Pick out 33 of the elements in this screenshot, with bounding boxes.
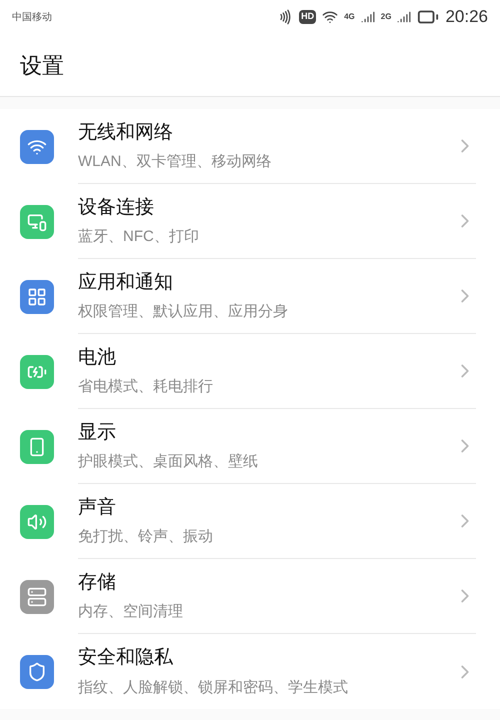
item-subtitle: 护眼模式、桌面风格、壁纸 [78, 452, 259, 472]
item-title: 安全和隐私 [78, 646, 174, 670]
item-title: 设备连接 [78, 196, 155, 220]
settings-item[interactable]: 声音 免打扰、铃声、振动 [0, 484, 500, 559]
settings-item[interactable]: 显示 护眼模式、桌面风格、壁纸 [0, 409, 500, 484]
item-subtitle: 内存、空间清理 [78, 602, 184, 622]
settings-item[interactable]: 电池 省电模式、耗电排行 [0, 334, 500, 409]
settings-item[interactable]: 安全和隐私 指纹、人脸解锁、锁屏和密码、学生模式 [0, 634, 500, 709]
item-title: 无线和网络 [78, 120, 174, 144]
signal-icon [360, 10, 375, 24]
network-type: 4G [344, 11, 355, 23]
page-title: 设置 [20, 52, 64, 80]
item-subtitle: 省电模式、耗电排行 [78, 377, 214, 397]
network-type: 2G [380, 11, 392, 23]
item-title: 显示 [78, 420, 117, 444]
signal-icon [397, 10, 412, 24]
item-subtitle: WLAN、双卡管理、移动网络 [78, 152, 272, 172]
hd-badge: HD [299, 10, 316, 24]
item-subtitle: 免打扰、铃声、振动 [78, 527, 214, 547]
carrier-name: 中国移动 [12, 10, 52, 24]
wifi-icon [322, 9, 338, 25]
item-subtitle: 权限管理、默认应用、应用分身 [78, 302, 289, 322]
item-subtitle: 指纹、人脸解锁、锁屏和密码、学生模式 [78, 678, 349, 698]
settings-item[interactable]: 应用和通知 权限管理、默认应用、应用分身 [0, 259, 500, 334]
clock: 20:26 [445, 6, 488, 28]
item-title: 声音 [78, 496, 117, 520]
settings-item[interactable]: 设备连接 蓝牙、NFC、打印 [0, 184, 500, 259]
settings-item[interactable]: 无线和网络 WLAN、双卡管理、移动网络 [0, 109, 500, 184]
item-title: 电池 [78, 346, 117, 370]
item-subtitle: 蓝牙、NFC、打印 [78, 227, 200, 247]
item-title: 存储 [78, 570, 117, 594]
settings-item[interactable]: 存储 内存、空间清理 [0, 559, 500, 634]
item-title: 应用和通知 [78, 270, 174, 294]
